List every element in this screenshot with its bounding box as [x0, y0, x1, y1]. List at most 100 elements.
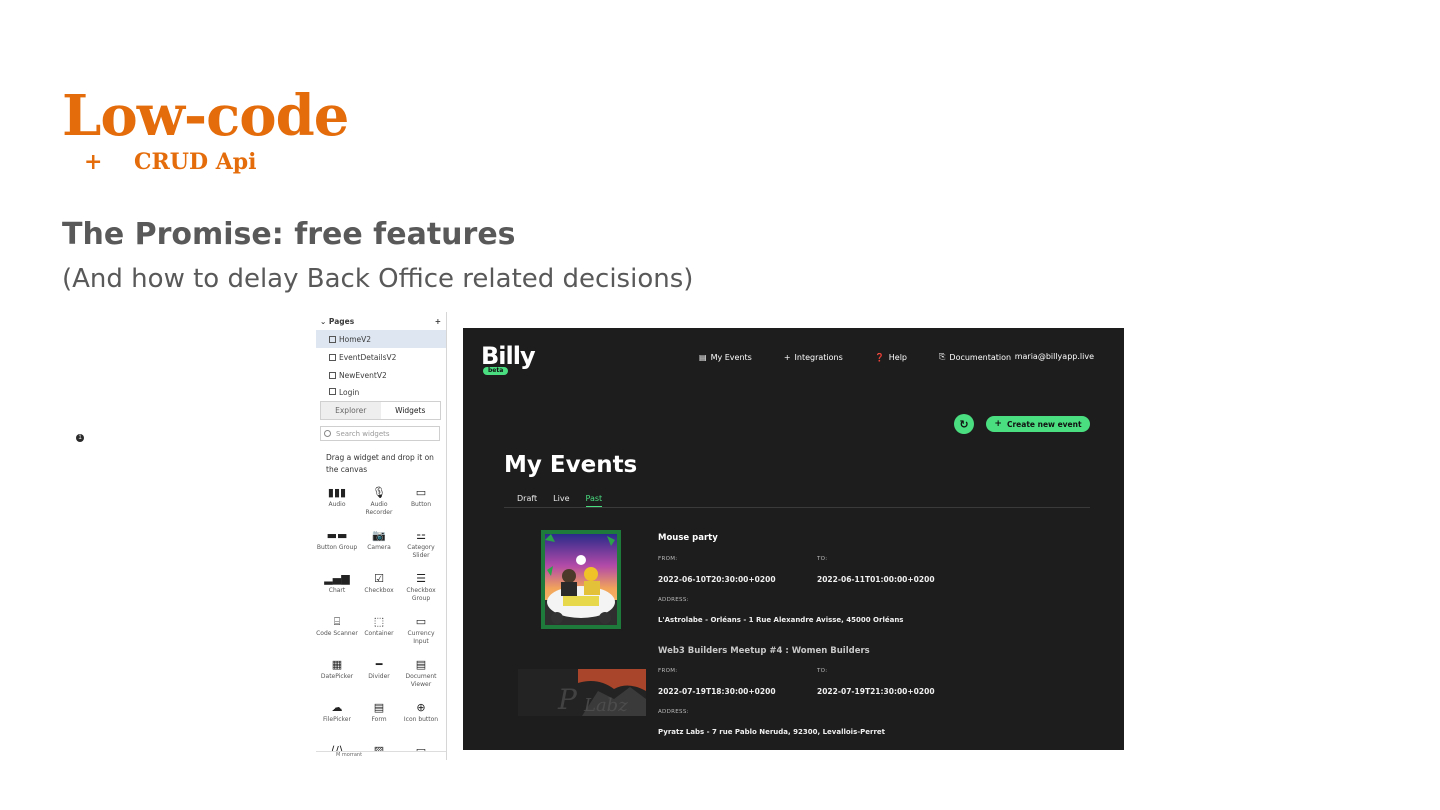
widget-item[interactable]: ▭ Button	[400, 486, 442, 525]
event-thumbnail[interactable]: P Labz	[518, 669, 646, 716]
slide-subtitle: + CRUD Api	[84, 148, 257, 176]
widget-item[interactable]: ⚍ Category Slider	[400, 529, 442, 568]
page-item-label: Login	[339, 388, 360, 397]
top-navigation: ▤ My Events + Integrations ❓ Help ⎘ Documentati…	[699, 352, 1043, 362]
widget-help-text: Drag a widget and drop it on the canvas	[326, 453, 434, 474]
divider-icon: ━	[375, 658, 383, 671]
camera-icon: 📷	[372, 529, 386, 542]
notification-badge: 1	[76, 434, 84, 442]
page-item[interactable]: HomeV2	[316, 330, 446, 348]
widget-item[interactable]: 📷 Camera	[358, 529, 400, 568]
filepicker-icon: ☁	[331, 701, 343, 714]
widget-label: Button Group	[316, 544, 358, 551]
page-item[interactable]: NewEventV2	[316, 366, 446, 384]
widget-item[interactable]: ▤ Form	[358, 701, 400, 740]
tab-live[interactable]: Live	[553, 494, 569, 507]
pages-label: ⌄ Pages	[320, 316, 355, 326]
widget-item[interactable]: ▭ Currency Input	[400, 615, 442, 654]
widget-item[interactable]: ▂▄▆ Chart	[316, 572, 358, 611]
create-event-button[interactable]: + Create new event	[986, 416, 1090, 432]
billy-logo[interactable]: Billy	[481, 342, 536, 370]
widget-label: Button	[410, 501, 432, 508]
documentation-icon: ⎘	[939, 352, 946, 361]
subtitle-plus: +	[84, 149, 103, 175]
refresh-button[interactable]: ↻	[954, 414, 974, 434]
nav-label: Help	[888, 352, 907, 362]
widget-label: Checkbox Group	[406, 587, 436, 602]
widget-label: Audio	[328, 501, 346, 508]
container-icon: ⬚	[373, 615, 385, 628]
to-label: TO:	[817, 556, 828, 562]
tab-explorer[interactable]: Explorer	[321, 402, 381, 419]
nav-label: Integrations	[794, 352, 843, 362]
widget-label: DatePicker	[320, 673, 354, 680]
widget-item[interactable]: ▬▬ Button Group	[316, 529, 358, 568]
address-label: ADDRESS:	[658, 709, 689, 715]
widget-search-input[interactable]: Search widgets	[320, 426, 440, 441]
widget-item[interactable]: 🎙 Audio Recorder	[358, 486, 400, 525]
button-group-icon: ▬▬	[326, 529, 348, 542]
event-from-value: 2022-06-10T20:30:00+0200	[658, 575, 776, 584]
event-tabs: Draft Live Past	[517, 494, 618, 507]
nav-label: My Events	[710, 352, 752, 362]
billy-app-screen: Billy beta ▤ My Events + Integrations ❓ Help ⎘…	[463, 328, 1124, 750]
slide-title: Low-code	[62, 83, 349, 149]
promise-subheading: (And how to delay Back Office related de…	[62, 264, 694, 294]
chart-icon: ▂▄▆	[324, 572, 350, 585]
event-to-value: 2022-06-11T01:00:00+0200	[817, 575, 935, 584]
widget-label: Camera	[367, 544, 391, 551]
tab-past[interactable]: Past	[585, 494, 603, 507]
widget-item[interactable]: ☰ Checkbox Group	[400, 572, 442, 611]
pages-header[interactable]: ⌄ Pages +	[316, 312, 446, 330]
add-page-button[interactable]: +	[435, 317, 441, 326]
widget-item[interactable]: ▤ Document Viewer	[400, 658, 442, 697]
event-name[interactable]: Mouse party	[658, 533, 718, 543]
widget-item[interactable]: ▮▮▮ Audio	[316, 486, 358, 525]
widget-item[interactable]: ☑ Checkbox	[358, 572, 400, 611]
widget-item[interactable]: ⬚ Container	[358, 615, 400, 654]
page-list: HomeV2 EventDetailsV2 NewEventV2 Login	[316, 330, 446, 398]
nav-integrations[interactable]: + Integrations	[784, 353, 843, 362]
beta-badge: beta	[483, 367, 509, 375]
tab-widgets[interactable]: Widgets	[380, 402, 440, 419]
search-icon	[324, 430, 331, 437]
category-slider-icon: ⚍	[416, 529, 426, 542]
event-name[interactable]: Web3 Builders Meetup #4 : Women Builders	[658, 646, 870, 656]
page-title: My Events	[504, 452, 638, 478]
widget-item[interactable]: ▦ DatePicker	[316, 658, 358, 697]
page-item[interactable]: EventDetailsV2	[316, 348, 446, 366]
icon-button-icon: ⊕	[416, 701, 426, 714]
page-icon	[329, 335, 336, 343]
widget-label: Chart	[328, 587, 346, 594]
widget-item[interactable]: ⌸ Code Scanner	[316, 615, 358, 654]
widget-item[interactable]: ☁ FilePicker	[316, 701, 358, 740]
checkbox-group-icon: ☰	[416, 572, 426, 585]
event-thumbnail[interactable]	[541, 530, 621, 629]
page-item-label: NewEventV2	[339, 370, 387, 380]
plus-icon: +	[783, 352, 791, 362]
refresh-icon: ↻	[959, 417, 969, 431]
page-icon	[329, 388, 336, 395]
help-icon: ❓	[874, 352, 885, 362]
nav-label: Documentation	[949, 352, 1012, 362]
widget-label: Audio Recorder	[365, 501, 393, 516]
tab-draft[interactable]: Draft	[517, 494, 537, 507]
nav-my-events[interactable]: ▤ My Events	[699, 353, 752, 362]
nav-documentation[interactable]: ⎘ Documentation	[939, 352, 1011, 362]
plus-icon: +	[994, 419, 1002, 429]
editor-tabs: Explorer Widgets	[320, 401, 441, 420]
checkbox-icon: ☑	[374, 572, 384, 585]
nav-help[interactable]: ❓ Help	[875, 353, 907, 362]
widget-item[interactable]: ━ Divider	[358, 658, 400, 697]
code-scanner-icon: ⌸	[333, 615, 341, 628]
editor-footer: M morrant	[316, 751, 446, 760]
widget-label: Form	[371, 716, 387, 723]
button-icon: ▭	[415, 486, 427, 499]
currency-input-icon: ▭	[415, 615, 427, 628]
widget-item[interactable]: ⊕ Icon button	[400, 701, 442, 740]
widget-label: FilePicker	[323, 716, 351, 723]
page-icon	[329, 371, 336, 379]
svg-text:P: P	[557, 683, 578, 716]
user-email-link[interactable]: maria@billyapp.live	[1015, 352, 1094, 361]
page-item[interactable]: Login	[316, 384, 446, 398]
